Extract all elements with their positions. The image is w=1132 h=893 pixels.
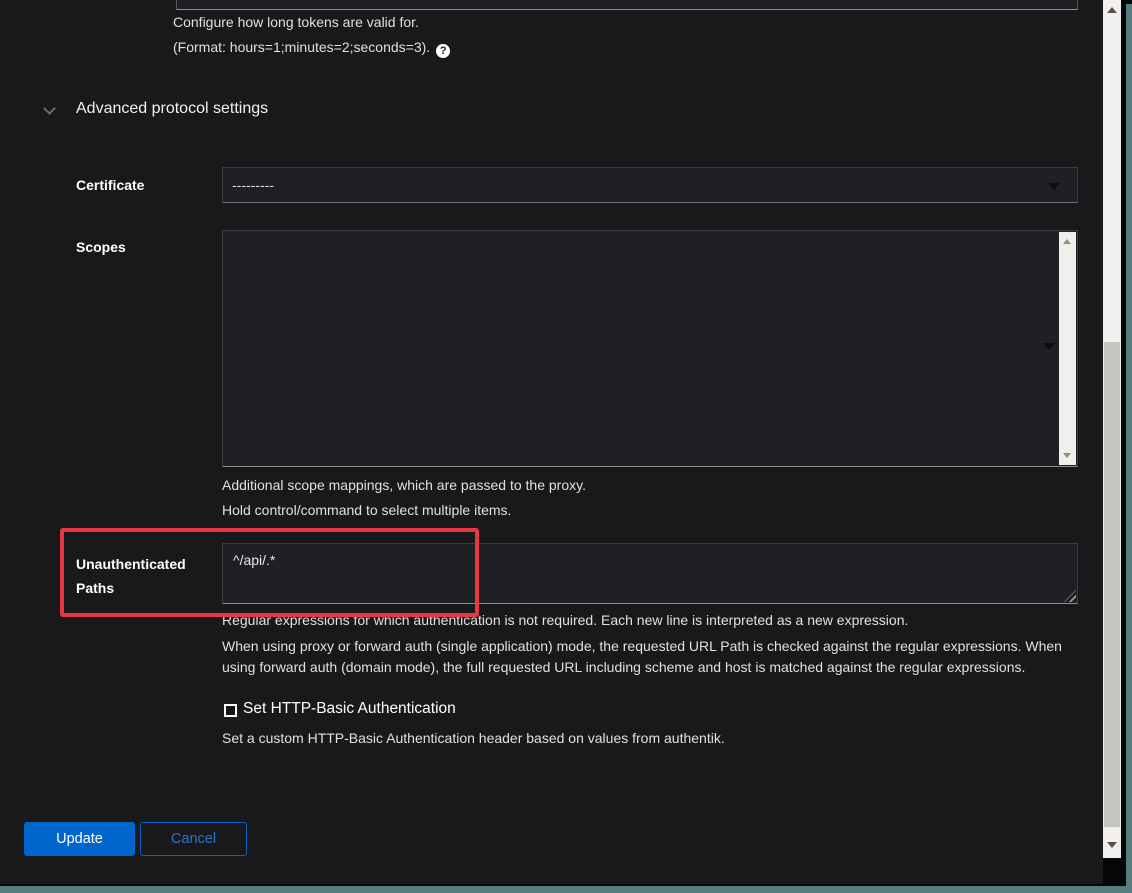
http-basic-auth-checkbox[interactable] xyxy=(224,704,237,717)
scopes-help-line2: Hold control/command to select multiple … xyxy=(222,502,511,518)
certificate-label: Certificate xyxy=(76,177,144,193)
select-caret-icon xyxy=(1043,343,1055,350)
token-validity-help-line1: Configure how long tokens are valid for. xyxy=(173,14,419,30)
scroll-up-icon[interactable] xyxy=(1107,7,1117,13)
update-button[interactable]: Update xyxy=(24,822,135,856)
app-window: Configure how long tokens are valid for.… xyxy=(0,0,1132,893)
page-scrollbar[interactable] xyxy=(1103,0,1121,858)
question-circle-icon[interactable]: ? xyxy=(436,44,450,58)
certificate-select[interactable]: --------- xyxy=(222,167,1078,203)
scroll-down-icon[interactable] xyxy=(1063,453,1071,458)
unauthenticated-paths-label: Unauthenticated Paths xyxy=(76,552,226,600)
form-panel: Configure how long tokens are valid for.… xyxy=(0,0,1103,884)
scroll-down-icon[interactable] xyxy=(1107,842,1117,848)
token-validity-help-line2: (Format: hours=1;minutes=2;seconds=3). xyxy=(173,39,430,55)
scopes-label: Scopes xyxy=(76,239,126,255)
http-basic-auth-help: Set a custom HTTP-Basic Authentication h… xyxy=(222,730,725,746)
window-edge-bottom xyxy=(0,886,1132,893)
cancel-button[interactable]: Cancel xyxy=(140,822,247,856)
scopes-multiselect[interactable] xyxy=(222,230,1078,467)
page-scrollbar-thumb[interactable] xyxy=(1104,342,1120,827)
unauthenticated-paths-help-line1: Regular expressions for which authentica… xyxy=(222,612,908,628)
scopes-help-line1: Additional scope mappings, which are pas… xyxy=(222,477,586,493)
certificate-selected-value: --------- xyxy=(232,177,274,193)
scroll-up-icon[interactable] xyxy=(1063,239,1071,244)
scopes-scrollbar[interactable] xyxy=(1059,232,1076,465)
token-validity-help-line2-row: (Format: hours=1;minutes=2;seconds=3).? xyxy=(173,39,450,58)
section-title-advanced-protocol-settings[interactable]: Advanced protocol settings xyxy=(76,100,268,118)
select-caret-icon xyxy=(1048,183,1060,190)
chevron-down-icon[interactable] xyxy=(43,102,56,115)
http-basic-auth-label[interactable]: Set HTTP-Basic Authentication xyxy=(243,700,456,718)
window-edge-right xyxy=(1126,4,1132,893)
unauthenticated-paths-textarea[interactable]: ^/api/.* xyxy=(222,543,1078,604)
unauthenticated-paths-help-line2: When using proxy or forward auth (single… xyxy=(222,636,1074,678)
token-validity-input[interactable] xyxy=(176,0,1078,10)
